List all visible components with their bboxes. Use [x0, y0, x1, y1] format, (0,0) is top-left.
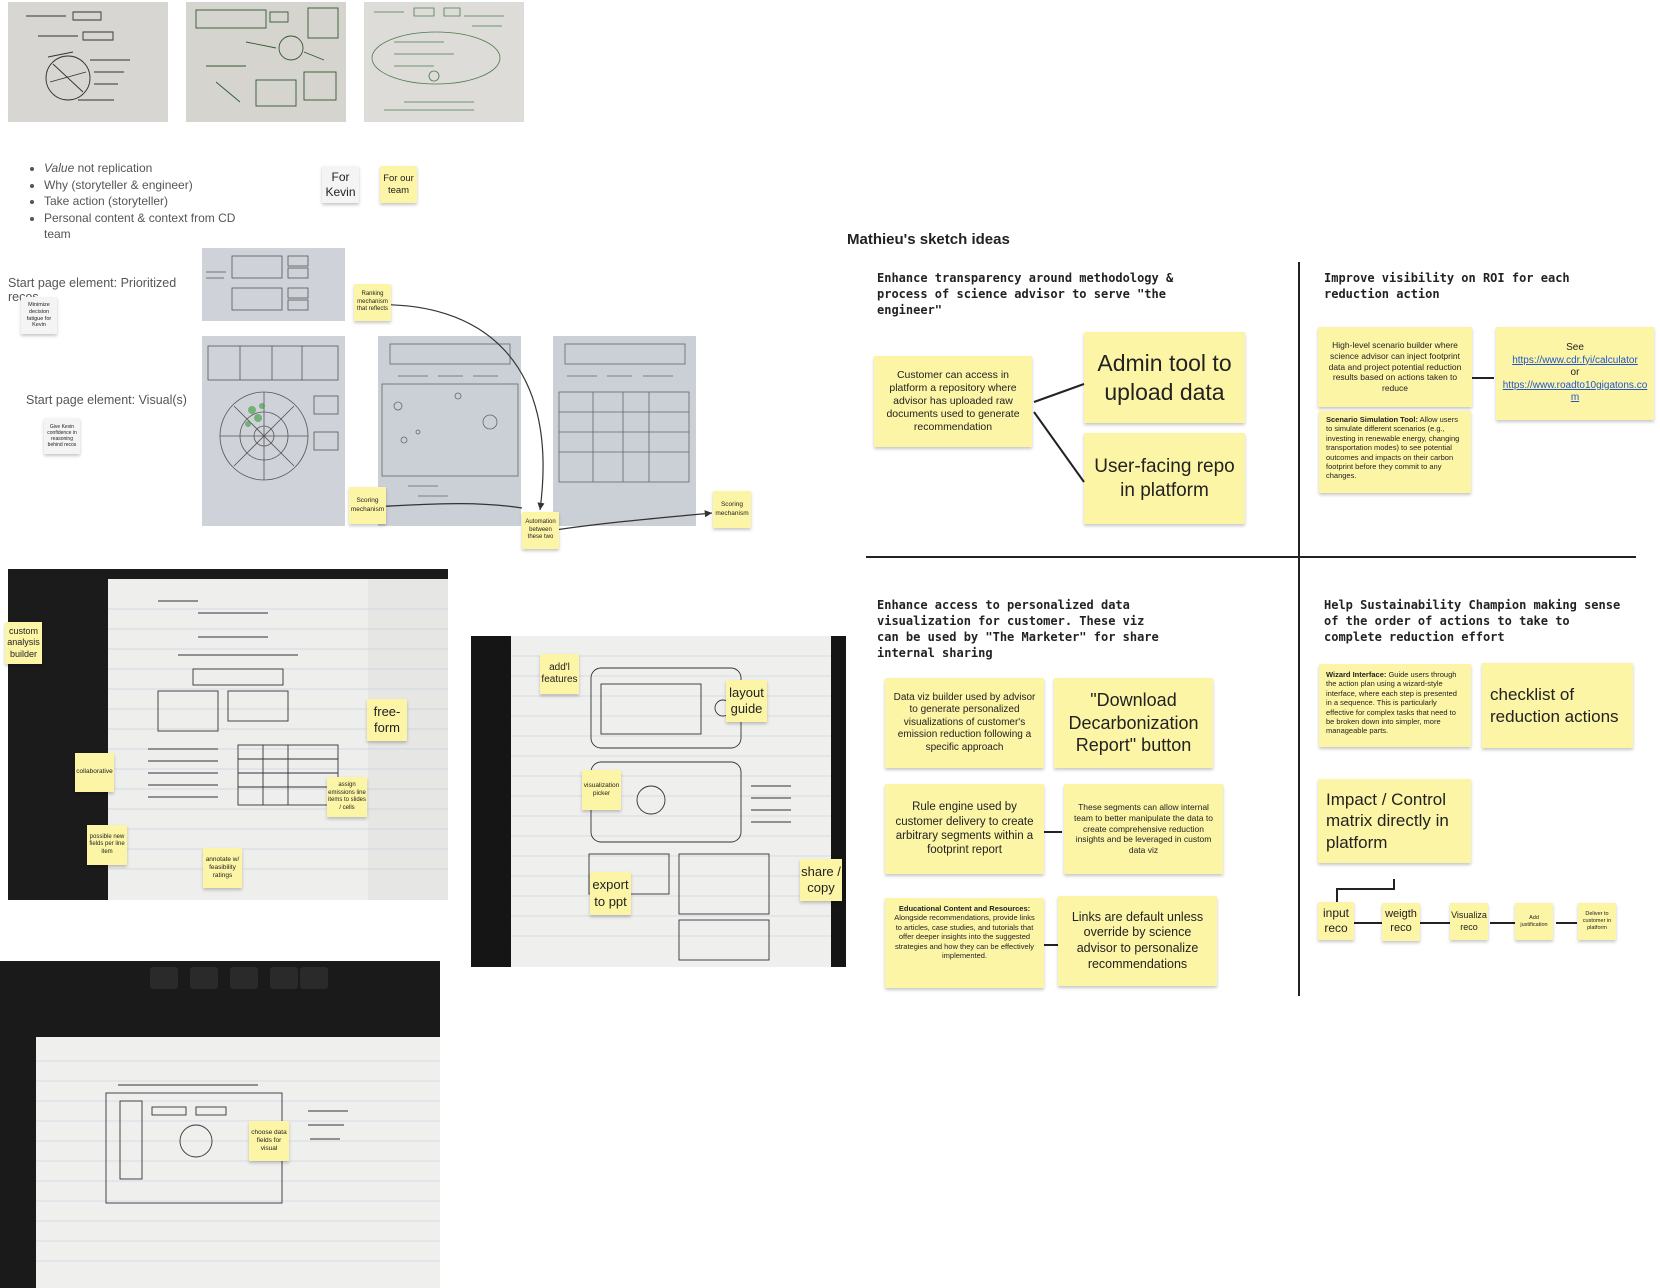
goals-bullet-list: Value not replication Why (storyteller &… — [26, 160, 259, 243]
sim-tool-title: Scenario Simulation Tool: — [1326, 415, 1418, 424]
bullet-item: Personal content & context from CD team — [44, 210, 259, 243]
edu-title: Educational Content and Resources: — [898, 904, 1031, 913]
custom-analysis-note[interactable]: custom analysis builder — [5, 622, 42, 664]
viz-picker-note[interactable]: visualization picker — [582, 770, 621, 810]
kevin-confidence-note[interactable]: Give Kevin confidence in reasoning behin… — [44, 418, 80, 454]
scoring-mechanism-note-right[interactable]: Scoring mechanism — [713, 491, 751, 528]
q4-heading: Help Sustainability Champion making sens… — [1324, 598, 1621, 644]
possible-fields-note[interactable]: possible new fields per line item — [87, 825, 127, 865]
bullet-item: Value not replication — [44, 160, 259, 177]
automation-note[interactable]: Automation between these two — [522, 512, 559, 549]
bullet-item: Take action (storyteller) — [44, 193, 259, 210]
sketch-choose-data — [0, 961, 440, 1288]
sketch-visual-wheel — [202, 336, 345, 526]
sketch-bans-table — [553, 336, 696, 526]
sketch-photo-1 — [8, 2, 168, 122]
ranking-mechanism-note[interactable]: Ranking mechanism that reflects — [354, 284, 391, 321]
layout-guide-note[interactable]: layout guide — [726, 680, 767, 722]
rule-engine-note[interactable]: Rule engine used by customer delivery to… — [885, 784, 1044, 874]
flow-step-add-justification[interactable]: Add justification — [1515, 903, 1553, 940]
q3-heading: Enhance access to personalized data visu… — [877, 598, 1159, 660]
flow-step-weigth-reco[interactable]: weigth reco — [1382, 903, 1420, 941]
minimize-fatigue-note[interactable]: Minimize decision fatigue for Kevin — [21, 297, 57, 334]
wizard-interface-note[interactable]: Wizard Interface: Guide users through th… — [1319, 664, 1471, 747]
flow-step-visualiza-reco[interactable]: Visualiza reco — [1450, 903, 1488, 940]
edu-text: Alongside recommendations, provide links… — [894, 913, 1035, 960]
admin-tool-note[interactable]: Admin tool to upload data — [1084, 332, 1245, 423]
free-form-note[interactable]: free-form — [367, 699, 407, 741]
start-page-label-visuals: Start page element: Visual(s) — [26, 393, 187, 407]
share-copy-note[interactable]: share / copy — [800, 859, 842, 901]
sketch-layout-picker — [471, 636, 846, 967]
wizard-title: Wizard Interface: — [1326, 670, 1387, 679]
q1-connectors — [1033, 383, 1085, 483]
flow-step-input-reco[interactable]: input reco — [1318, 902, 1354, 940]
export-ppt-note[interactable]: export to ppt — [590, 872, 631, 915]
mathieu-title: Mathieu's sketch ideas — [847, 231, 1010, 248]
q1-heading: Enhance transparency around methodology … — [877, 271, 1174, 317]
q3-connector-1 — [1044, 831, 1062, 833]
sketch-photo-3 — [364, 2, 524, 122]
sim-tool-text: Allow users to simulate different scenar… — [1326, 415, 1460, 481]
or-label: or — [1570, 367, 1580, 379]
cdr-calculator-link[interactable]: https://www.cdr.fyi/calculator — [1512, 355, 1638, 368]
choose-fields-note[interactable]: choose data fields for visual — [249, 1121, 289, 1161]
q3-connector-2 — [1044, 944, 1058, 946]
wizard-text: Guide users through the action plan usin… — [1326, 670, 1457, 736]
sketch-reco-list — [202, 248, 345, 321]
collaborative-note[interactable]: collaborative — [75, 753, 114, 792]
q2-connector — [1472, 377, 1494, 379]
calculator-links-note[interactable]: See https://www.cdr.fyi/calculator or ht… — [1496, 327, 1654, 420]
scenario-simulation-note[interactable]: Scenario Simulation Tool: Allow users to… — [1319, 411, 1471, 493]
impact-matrix-note[interactable]: Impact / Control matrix directly in plat… — [1318, 779, 1471, 863]
checklist-note[interactable]: checklist of reduction actions — [1482, 663, 1633, 748]
quadrant-divider-horizontal — [866, 556, 1636, 558]
sketch-bans-dots — [378, 336, 521, 526]
educational-content-note[interactable]: Educational Content and Resources: Along… — [885, 898, 1044, 988]
sketch-photo-2 — [186, 2, 346, 122]
annotate-note[interactable]: annotate w/ feasibility ratings — [203, 848, 242, 888]
addl-features-note[interactable]: add'l features — [540, 654, 579, 694]
user-repo-note[interactable]: User-facing repo in platform — [1084, 433, 1245, 524]
see-label: See — [1566, 342, 1584, 354]
for-team-note[interactable]: For our team — [380, 166, 417, 203]
scenario-builder-note[interactable]: High-level scenario builder where scienc… — [1318, 327, 1472, 407]
bullet-item: Why (storyteller & engineer) — [44, 177, 259, 194]
download-report-note[interactable]: "Download Decarbonization Report" button — [1054, 678, 1213, 768]
assign-emissions-note[interactable]: assign emissions line items to slides / … — [327, 777, 367, 817]
links-default-note[interactable]: Links are default unless override by sci… — [1058, 896, 1217, 986]
flow-step-deliver[interactable]: Deliver to customer in platform — [1578, 903, 1616, 940]
quadrant-divider-vertical — [1298, 262, 1300, 996]
scoring-mechanism-note-left[interactable]: Scoring mechanism — [349, 487, 386, 524]
q2-heading: Improve visibility on ROI for each reduc… — [1324, 271, 1570, 301]
repo-access-note[interactable]: Customer can access in platform a reposi… — [874, 356, 1032, 447]
segments-note[interactable]: These segments can allow internal team t… — [1064, 784, 1223, 874]
dataviz-builder-note[interactable]: Data viz builder used by advisor to gene… — [885, 678, 1044, 768]
for-kevin-note[interactable]: For Kevin — [322, 166, 359, 203]
roadto10gigatons-link[interactable]: https://www.roadto10gigatons.com — [1500, 380, 1650, 405]
